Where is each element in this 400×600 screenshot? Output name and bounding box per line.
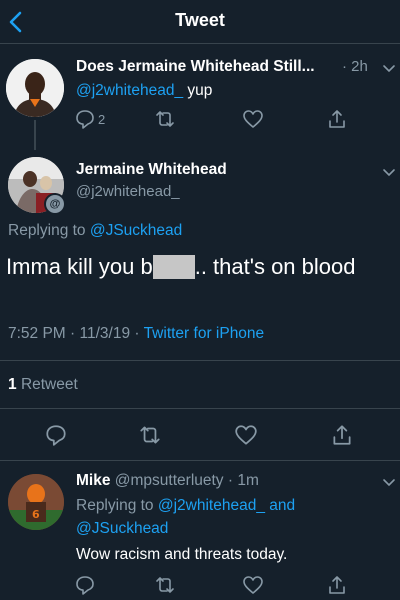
avatar[interactable]: [6, 59, 64, 117]
replying-and: and: [269, 497, 296, 514]
replying-to: Replying to @j2whitehead_ and @JSuckhead: [76, 494, 295, 540]
reply-icon[interactable]: [44, 423, 68, 447]
client-link[interactable]: Twitter for iPhone: [144, 325, 265, 342]
timestamp: 7:52 PM · 11/3/19 ·: [8, 325, 140, 342]
retweet-label: Retweet: [20, 376, 78, 393]
chevron-down-icon[interactable]: [382, 168, 396, 178]
mention-link[interactable]: @j2whitehead_: [76, 82, 183, 99]
retweet-icon[interactable]: [138, 423, 162, 447]
censor-block: [152, 255, 195, 279]
reply-header: Mike @mpsutterluety · 1m: [76, 472, 259, 490]
chevron-down-icon[interactable]: [382, 64, 396, 74]
author-name[interactable]: Does Jermaine Whitehead Still...: [76, 58, 342, 76]
replying-to: Replying to @JSuckhead: [8, 222, 182, 240]
retweet-icon[interactable]: [154, 574, 176, 596]
reply-icon[interactable]: [74, 574, 96, 596]
like-icon[interactable]: [242, 108, 264, 130]
author-handle[interactable]: @mpsutterluety: [115, 472, 224, 489]
avatar[interactable]: 6: [8, 474, 64, 530]
share-icon[interactable]: [326, 574, 348, 596]
tweet-text-part1: Imma kill you b: [6, 254, 153, 279]
retweet-icon[interactable]: [154, 108, 176, 130]
mention-link[interactable]: @JSuckhead: [90, 222, 182, 239]
mention-link[interactable]: @j2whitehead_: [158, 497, 265, 514]
divider: [0, 460, 400, 461]
verified-badge: @: [44, 193, 66, 215]
retweet-stats[interactable]: 1 Retweet: [8, 376, 78, 394]
tweet-body: @j2whitehead_ yup: [76, 82, 212, 100]
reply-icon[interactable]: [74, 108, 96, 130]
reply-count: 2: [98, 112, 106, 127]
top-bar: Tweet: [0, 0, 400, 44]
author-name[interactable]: Mike: [76, 472, 110, 489]
share-icon[interactable]: [330, 423, 354, 447]
tweet-time: · 2h: [342, 58, 368, 75]
like-icon[interactable]: [234, 423, 258, 447]
tweet-text-part2: .. that's on blood: [194, 254, 356, 279]
tweet-text: Imma kill you b .. that's on blood: [6, 254, 355, 280]
tweet-text: yup: [187, 82, 213, 99]
replying-prefix: Replying to: [8, 222, 86, 239]
author-handle[interactable]: @j2whitehead_: [76, 183, 180, 200]
thread-line: [34, 120, 36, 150]
badge-icon: @: [46, 195, 64, 213]
page-title: Tweet: [175, 10, 225, 30]
tweet-time: · 1m: [227, 472, 259, 489]
mention-link[interactable]: @JSuckhead: [76, 520, 168, 537]
replying-prefix: Replying to: [76, 497, 154, 514]
retweet-count: 1: [8, 376, 17, 393]
share-icon[interactable]: [326, 108, 348, 130]
tweet-meta: 7:52 PM · 11/3/19 · Twitter for iPhone: [8, 325, 264, 343]
tweet-text: Wow racism and threats today.: [76, 546, 288, 563]
author-name[interactable]: Jermaine Whitehead: [76, 161, 227, 179]
svg-text:6: 6: [32, 508, 40, 521]
like-icon[interactable]: [242, 574, 264, 596]
time-value: 2h: [351, 58, 368, 75]
divider: [0, 408, 400, 409]
chevron-down-icon[interactable]: [382, 478, 396, 488]
divider: [0, 360, 400, 361]
